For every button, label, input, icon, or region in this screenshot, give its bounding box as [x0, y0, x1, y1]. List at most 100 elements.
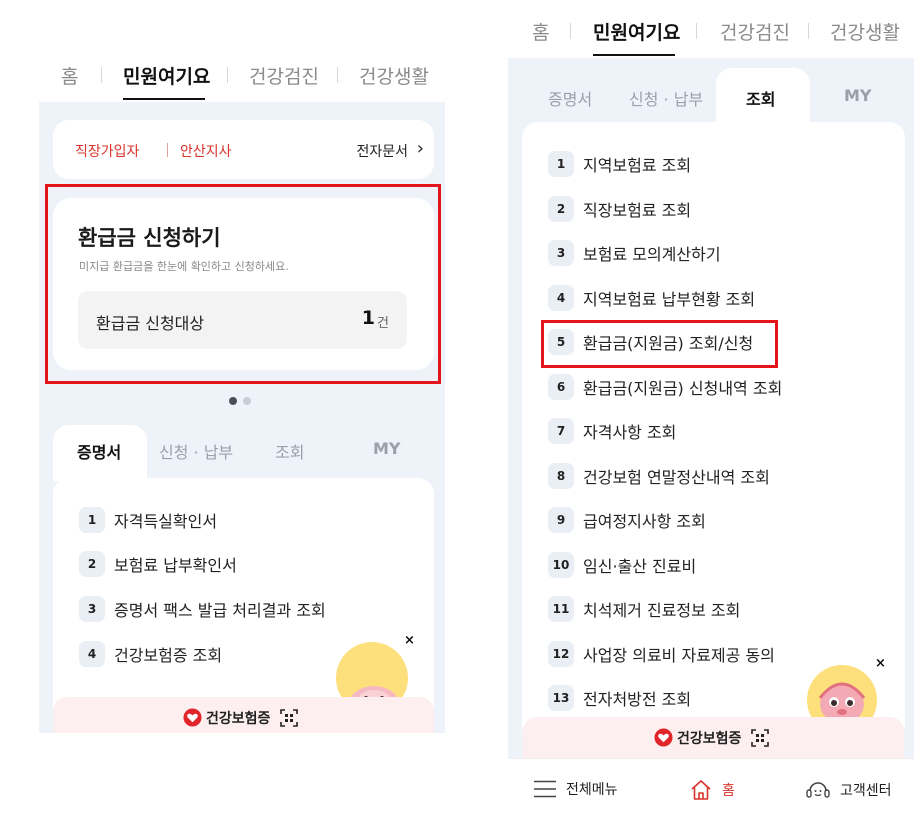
tab-civil-service[interactable]: 민원여기요: [123, 62, 210, 89]
item-number-badge: 6: [548, 374, 574, 400]
subtab-inquiry[interactable]: 조회: [746, 86, 775, 110]
item-label: 급여정지사항 조회: [583, 512, 706, 531]
nav-home[interactable]: 홈: [690, 779, 735, 801]
right-screen: 홈 민원여기요 건강검진 건강생활 증명서 신청 · 납부 조회 MY 1 지역보…: [508, 0, 914, 822]
item-number-badge: 12: [548, 641, 574, 667]
sub-tab-bar: 증명서 신청 · 납부 조회 MY: [53, 425, 434, 481]
carousel-dot[interactable]: [243, 397, 251, 405]
item-number-badge: 3: [79, 596, 105, 622]
member-type-link[interactable]: 직장가입자: [75, 141, 139, 161]
item-number-badge: 8: [548, 463, 574, 489]
item-number-badge: 11: [548, 596, 574, 622]
item-number-badge: 13: [548, 685, 574, 711]
tab-home[interactable]: 홈: [61, 62, 78, 89]
member-info-card: 직장가입자 안산지사 전자문서 ›: [53, 120, 434, 179]
e-document-link[interactable]: 전자문서: [356, 141, 408, 161]
item-label: 환급금(지원금) 신청내역 조회: [583, 379, 783, 398]
qr-code-icon[interactable]: [751, 728, 770, 747]
item-number-badge: 7: [548, 418, 574, 444]
home-icon: [691, 780, 711, 800]
list-item[interactable]: 1 자격득실확인서: [79, 507, 217, 537]
subtab-my[interactable]: MY: [844, 86, 872, 105]
list-item[interactable]: 13 전자처방전 조회: [548, 685, 691, 715]
active-tab-underline: [123, 98, 205, 100]
item-label: 직장보험료 조회: [583, 201, 692, 220]
item-label: 자격득실확인서: [114, 512, 218, 531]
tab-health-life[interactable]: 건강생활: [830, 18, 900, 45]
item-label: 지역보험료 조회: [583, 156, 692, 175]
tab-civil-service[interactable]: 민원여기요: [593, 18, 680, 45]
tab-separator: [101, 67, 102, 83]
chevron-right-icon[interactable]: ›: [417, 138, 424, 159]
heart-icon: [183, 708, 202, 727]
list-item[interactable]: 4 지역보험료 납부현황 조회: [548, 285, 755, 315]
nav-label: 고객센터: [840, 783, 892, 799]
tab-health-checkup[interactable]: 건강검진: [249, 62, 319, 89]
list-item[interactable]: 12 사업장 의료비 자료제공 동의: [548, 641, 775, 671]
top-tab-bar: 홈 민원여기요 건강검진 건강생활: [508, 0, 914, 58]
item-number-badge: 3: [548, 240, 574, 266]
highlight-box-refund: [45, 184, 441, 384]
highlight-box-refund-inquiry: [541, 320, 778, 368]
tab-separator: [696, 23, 697, 39]
item-label: 치석제거 진료정보 조회: [583, 601, 741, 620]
close-icon[interactable]: ×: [404, 633, 415, 648]
tab-health-life[interactable]: 건강생활: [359, 62, 429, 89]
nav-full-menu[interactable]: 전체메뉴: [534, 779, 618, 799]
item-number-badge: 4: [548, 285, 574, 311]
item-label: 건강보험 연말정산내역 조회: [583, 468, 770, 487]
tab-health-checkup[interactable]: 건강검진: [720, 18, 790, 45]
list-item[interactable]: 2 직장보험료 조회: [548, 196, 691, 226]
inquiry-list: 1 지역보험료 조회 2 직장보험료 조회 3 보험료 모의계산하기 4 지역보험료 납…: [522, 122, 905, 742]
nav-label: 전체메뉴: [566, 782, 618, 798]
item-label: 증명서 팩스 발급 처리결과 조회: [114, 601, 326, 620]
nav-label: 홈: [722, 783, 735, 799]
tab-separator: [227, 67, 228, 83]
item-label: 지역보험료 납부현황 조회: [583, 290, 756, 309]
close-icon[interactable]: ×: [875, 656, 886, 671]
list-item[interactable]: 8 건강보험 연말정산내역 조회: [548, 463, 770, 493]
list-item[interactable]: 1 지역보험료 조회: [548, 151, 691, 181]
subtab-my[interactable]: MY: [373, 439, 401, 458]
item-label: 전자처방전 조회: [583, 690, 692, 709]
item-number-badge: 1: [79, 507, 105, 533]
branch-link[interactable]: 안산지사: [180, 141, 232, 161]
list-item[interactable]: 2 보험료 납부확인서: [79, 551, 237, 581]
item-label: 건강보험증 조회: [114, 646, 223, 665]
chip-divider: [167, 143, 168, 157]
list-item[interactable]: 4 건강보험증 조회: [79, 641, 222, 671]
health-insurance-card-bar[interactable]: 건강보험증: [53, 697, 434, 733]
top-tab-bar: 홈 민원여기요 건강검진 건강생활: [39, 40, 445, 102]
list-item[interactable]: 11 치석제거 진료정보 조회: [548, 596, 740, 626]
insurance-card-label: 건강보험증: [206, 710, 271, 727]
list-item[interactable]: 9 급여정지사항 조회: [548, 507, 706, 537]
left-screen: 홈 민원여기요 건강검진 건강생활 직장가입자 안산지사 전자문서 › 환급금 …: [39, 40, 445, 733]
carousel-dot-active[interactable]: [229, 397, 237, 405]
list-item[interactable]: 10 임신·출산 진료비: [548, 552, 696, 582]
carousel-indicator: [229, 390, 257, 409]
nav-customer-center[interactable]: 고객센터: [806, 779, 892, 801]
item-number-badge: 1: [548, 151, 574, 177]
tab-separator: [570, 23, 571, 39]
subtab-certificate[interactable]: 증명서: [77, 439, 121, 463]
qr-code-icon[interactable]: [280, 708, 299, 727]
item-label: 보험료 납부확인서: [114, 556, 237, 575]
list-item[interactable]: 3 증명서 팩스 발급 처리결과 조회: [79, 596, 326, 626]
tab-separator: [808, 23, 809, 39]
item-label: 자격사항 조회: [583, 423, 677, 442]
bottom-navigation: 전체메뉴 홈 고객센터: [508, 758, 914, 822]
subtab-certificate[interactable]: 증명서: [548, 86, 592, 110]
list-item[interactable]: 7 자격사항 조회: [548, 418, 676, 448]
headset-icon: [806, 782, 830, 798]
hamburger-menu-icon: [534, 780, 556, 798]
item-number-badge: 4: [79, 641, 105, 667]
subtab-apply-pay[interactable]: 신청 · 납부: [159, 439, 233, 463]
list-item[interactable]: 6 환급금(지원금) 신청내역 조회: [548, 374, 782, 404]
list-item[interactable]: 3 보험료 모의계산하기: [548, 240, 721, 270]
subtab-inquiry[interactable]: 조회: [275, 439, 304, 463]
health-insurance-card-bar[interactable]: 건강보험증: [523, 717, 904, 758]
active-tab-underline: [593, 54, 675, 56]
subtab-apply-pay[interactable]: 신청 · 납부: [629, 86, 703, 110]
item-label: 임신·출산 진료비: [583, 557, 697, 576]
tab-home[interactable]: 홈: [532, 18, 549, 45]
